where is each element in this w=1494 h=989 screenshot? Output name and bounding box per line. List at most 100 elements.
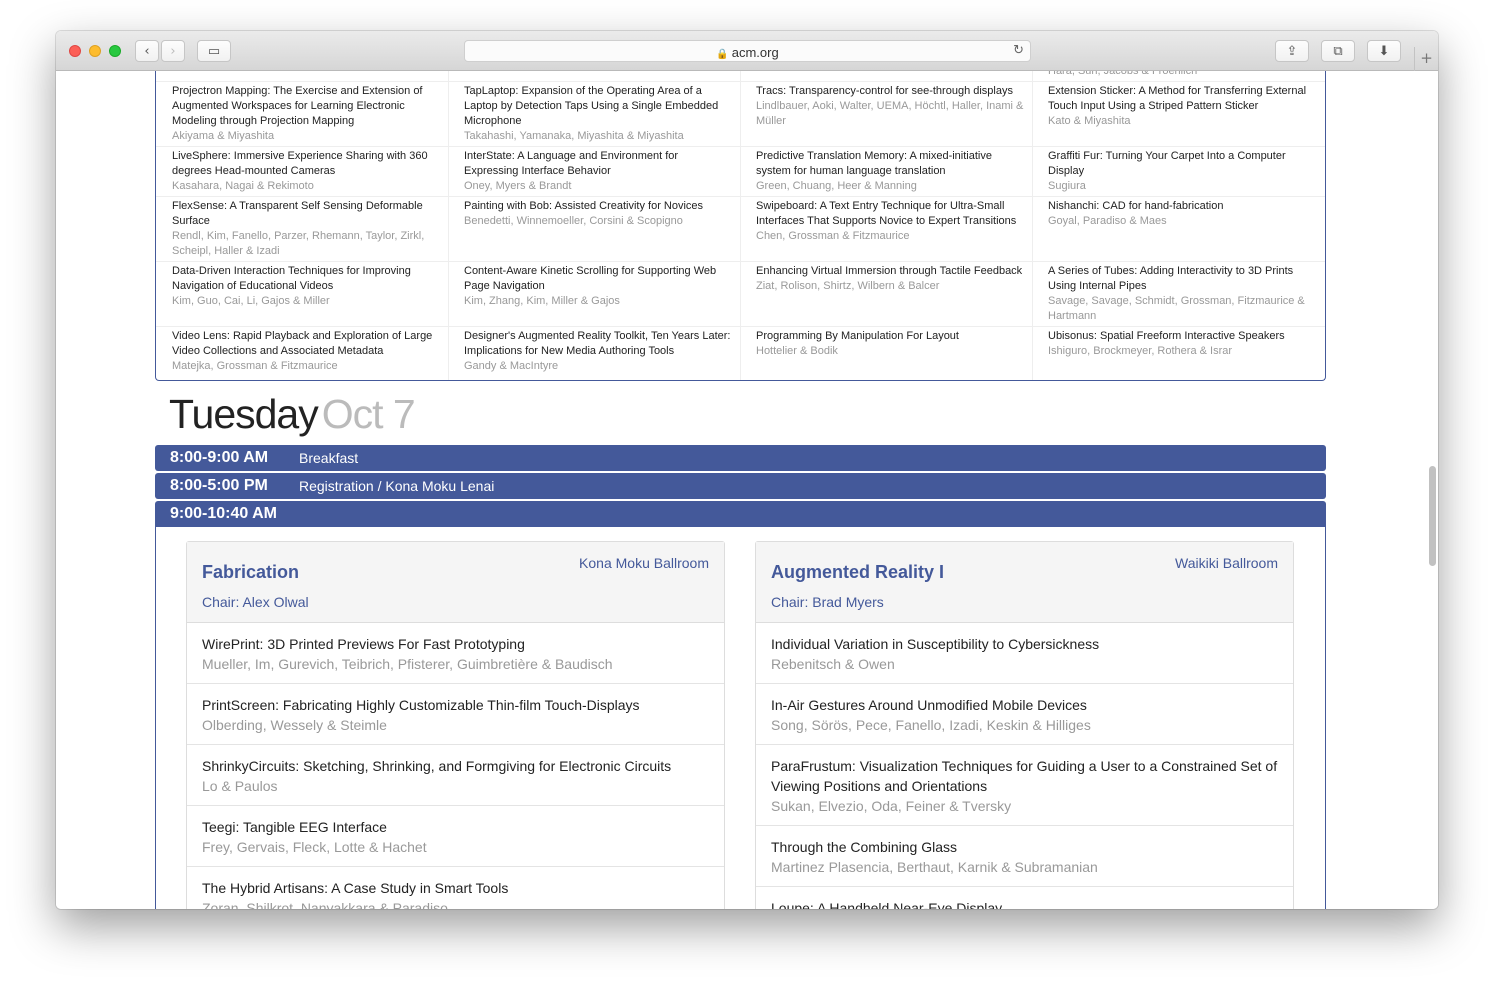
paper-authors: Zoran, Shilkrot, Nanyakkara & Paradiso xyxy=(202,900,448,909)
poster-title: Swipeboard: A Text Entry Technique for U… xyxy=(756,200,1017,227)
close-window-button[interactable] xyxy=(69,45,81,57)
poster-item[interactable]: Projectron Mapping: The Exercise and Ext… xyxy=(172,84,440,144)
poster-authors: Kim, Zhang, Kim, Miller & Gajos xyxy=(464,295,620,307)
poster-title: Graffiti Fur: Turning Your Carpet Into a… xyxy=(1048,150,1286,177)
timeslot-bar: 8:00-5:00 PM Registration / Kona Moku Le… xyxy=(155,473,1326,499)
paper-item[interactable]: The Hybrid Artisans: A Case Study in Sma… xyxy=(187,867,724,909)
paper-authors: Frey, Gervais, Fleck, Lotte & Hachet xyxy=(202,839,427,855)
timeslot-description: Registration / Kona Moku Lenai xyxy=(299,478,495,494)
timeslot-time: 8:00-9:00 AM xyxy=(170,449,269,466)
paper-item[interactable]: ShrinkyCircuits: Sketching, Shrinking, a… xyxy=(187,745,724,806)
poster-item[interactable]: TapLaptop: Expansion of the Operating Ar… xyxy=(464,84,732,144)
paper-title: Teegi: Tangible EEG Interface xyxy=(202,819,387,835)
reload-icon[interactable]: ↻ xyxy=(1013,43,1024,58)
poster-item[interactable]: Data-Driven Interaction Techniques for I… xyxy=(172,264,440,309)
chevron-left-icon: ‹ xyxy=(144,43,150,59)
poster-item[interactable]: Nishanchi: CAD for hand-fabrication Goyal… xyxy=(1048,199,1316,229)
paper-authors: Olberding, Wessely & Steimle xyxy=(202,717,387,733)
paper-item[interactable]: Loupe: A Handheld Near-Eye Display xyxy=(756,887,1293,909)
poster-title: LiveSphere: Immersive Experience Sharing… xyxy=(172,150,428,177)
share-button[interactable]: ⇪ xyxy=(1275,40,1309,62)
poster-title: FlexSense: A Transparent Self Sensing De… xyxy=(172,200,423,227)
poster-title: Content-Aware Kinetic Scrolling for Supp… xyxy=(464,265,717,292)
paper-authors: Lo & Paulos xyxy=(202,778,278,794)
poster-column: TapLaptop: Expansion of the Operating Ar… xyxy=(448,71,740,380)
poster-authors: Lindlbauer, Aoki, Walter, UEMA, Höchtl, … xyxy=(756,100,1024,127)
timeslot-time: 9:00-10:40 AM xyxy=(170,505,278,522)
browser-window: ‹ › ▭ 🔒 acm.org ↻ ⇪ ⧉ ⬇ + Projectron Mapp… xyxy=(56,31,1438,909)
paper-item[interactable]: Teegi: Tangible EEG Interface Frey, Gerva… xyxy=(187,806,724,867)
poster-item[interactable]: Predictive Translation Memory: A mixed-i… xyxy=(756,149,1024,194)
paper-item[interactable]: In-Air Gestures Around Unmodified Mobile… xyxy=(756,684,1293,745)
address-bar[interactable]: 🔒 acm.org ↻ xyxy=(464,40,1031,62)
timeslot-description: Breakfast xyxy=(299,450,359,466)
paper-item[interactable]: Individual Variation in Susceptibility t… xyxy=(756,623,1293,684)
sidebar-button[interactable]: ▭ xyxy=(197,40,231,62)
session-room[interactable]: Kona Moku Ballroom xyxy=(579,555,709,571)
poster-authors: Kato & Miyashita xyxy=(1048,115,1131,127)
paper-title: The Hybrid Artisans: A Case Study in Sma… xyxy=(202,880,509,896)
back-button[interactable]: ‹ xyxy=(135,40,159,62)
poster-item[interactable]: Painting with Bob: Assisted Creativity f… xyxy=(464,199,732,229)
zoom-window-button[interactable] xyxy=(109,45,121,57)
forward-button[interactable]: › xyxy=(161,40,185,62)
minimize-window-button[interactable] xyxy=(89,45,101,57)
poster-authors: Matejka, Grossman & Fitzmaurice xyxy=(172,360,338,372)
poster-item[interactable]: Enhancing Virtual Immersion through Tact… xyxy=(756,264,1024,294)
paper-authors: Sukan, Elvezio, Oda, Feiner & Tversky xyxy=(771,798,1012,814)
poster-title: Designer's Augmented Reality Toolkit, Te… xyxy=(464,330,731,357)
poster-item[interactable]: Hara, Sun, Jacobs & Froehlich xyxy=(1048,71,1316,79)
poster-item[interactable]: Ubisonus: Spatial Freeform Interactive S… xyxy=(1048,329,1316,359)
poster-authors: Oney, Myers & Brandt xyxy=(464,180,572,192)
poster-item[interactable]: Video Lens: Rapid Playback and Explorati… xyxy=(172,329,440,374)
poster-column: Hara, Sun, Jacobs & Froehlich Extension … xyxy=(1032,71,1324,380)
poster-item[interactable]: Swipeboard: A Text Entry Technique for U… xyxy=(756,199,1024,244)
paper-item[interactable]: ParaFrustum: Visualization Techniques fo… xyxy=(756,745,1293,826)
session-chair: Chair: Alex Olwal xyxy=(202,594,309,610)
poster-item[interactable]: Programming By Manipulation For Layout Ho… xyxy=(756,329,1024,359)
session-header: Augmented Reality I Waikiki Ballroom Cha… xyxy=(756,542,1293,623)
poster-authors: Ziat, Rolison, Shirtz, Wilbern & Balcer xyxy=(756,280,940,292)
session-title[interactable]: Fabrication xyxy=(202,562,299,583)
poster-item[interactable]: FlexSense: A Transparent Self Sensing De… xyxy=(172,199,440,259)
paper-title: PrintScreen: Fabricating Highly Customiz… xyxy=(202,697,640,713)
show-tabs-button[interactable]: ⧉ xyxy=(1321,40,1355,62)
poster-item[interactable]: Extension Sticker: A Method for Transfer… xyxy=(1048,84,1316,129)
session-panel: Fabrication Kona Moku Ballroom Chair: Al… xyxy=(186,541,725,909)
poster-authors: Kim, Guo, Cai, Li, Gajos & Miller xyxy=(172,295,330,307)
paper-item[interactable]: PrintScreen: Fabricating Highly Customiz… xyxy=(187,684,724,745)
poster-item[interactable]: Graffiti Fur: Turning Your Carpet Into a… xyxy=(1048,149,1316,194)
poster-item[interactable]: A Series of Tubes: Adding Interactivity … xyxy=(1048,264,1316,324)
session-panel: Augmented Reality I Waikiki Ballroom Cha… xyxy=(755,541,1294,909)
poster-title: Video Lens: Rapid Playback and Explorati… xyxy=(172,330,433,357)
session-room[interactable]: Waikiki Ballroom xyxy=(1175,555,1278,571)
poster-title: A Series of Tubes: Adding Interactivity … xyxy=(1048,265,1294,292)
poster-authors: Goyal, Paradiso & Maes xyxy=(1048,215,1167,227)
poster-column: Tracs: Transparency-control for see-thro… xyxy=(740,71,1032,380)
session-header: Fabrication Kona Moku Ballroom Chair: Al… xyxy=(187,542,724,623)
poster-authors: Takahashi, Yamanaka, Miyashita & Miyashi… xyxy=(464,130,684,142)
vertical-scrollbar[interactable] xyxy=(1429,466,1436,566)
session-chair: Chair: Brad Myers xyxy=(771,594,884,610)
downloads-button[interactable]: ⬇ xyxy=(1367,40,1401,62)
poster-item[interactable]: LiveSphere: Immersive Experience Sharing… xyxy=(172,149,440,194)
poster-authors: Rendl, Kim, Fanello, Parzer, Rhemann, Ta… xyxy=(172,230,425,257)
url-text: acm.org xyxy=(731,45,779,60)
browser-toolbar: ‹ › ▭ 🔒 acm.org ↻ ⇪ ⧉ ⬇ + xyxy=(56,31,1438,71)
poster-title: Tracs: Transparency-control for see-thro… xyxy=(756,85,1013,97)
poster-title: Programming By Manipulation For Layout xyxy=(756,330,959,342)
poster-item[interactable]: Designer's Augmented Reality Toolkit, Te… xyxy=(464,329,732,374)
poster-authors: Sugiura xyxy=(1048,180,1086,192)
poster-title: Extension Sticker: A Method for Transfer… xyxy=(1048,85,1307,112)
session-title[interactable]: Augmented Reality I xyxy=(771,562,944,583)
paper-item[interactable]: Through the Combining Glass Martinez Plas… xyxy=(756,826,1293,887)
poster-item[interactable]: Content-Aware Kinetic Scrolling for Supp… xyxy=(464,264,732,309)
new-tab-button[interactable]: + xyxy=(1414,47,1438,71)
poster-authors: Kasahara, Nagai & Rekimoto xyxy=(172,180,314,192)
paper-item[interactable]: WirePrint: 3D Printed Previews For Fast … xyxy=(187,623,724,684)
poster-item[interactable]: InterState: A Language and Environment f… xyxy=(464,149,732,194)
download-icon: ⬇ xyxy=(1378,43,1390,59)
poster-authors: Chen, Grossman & Fitzmaurice xyxy=(756,230,910,242)
poster-item[interactable]: Tracs: Transparency-control for see-thro… xyxy=(756,84,1024,129)
paper-title: Through the Combining Glass xyxy=(771,839,957,855)
